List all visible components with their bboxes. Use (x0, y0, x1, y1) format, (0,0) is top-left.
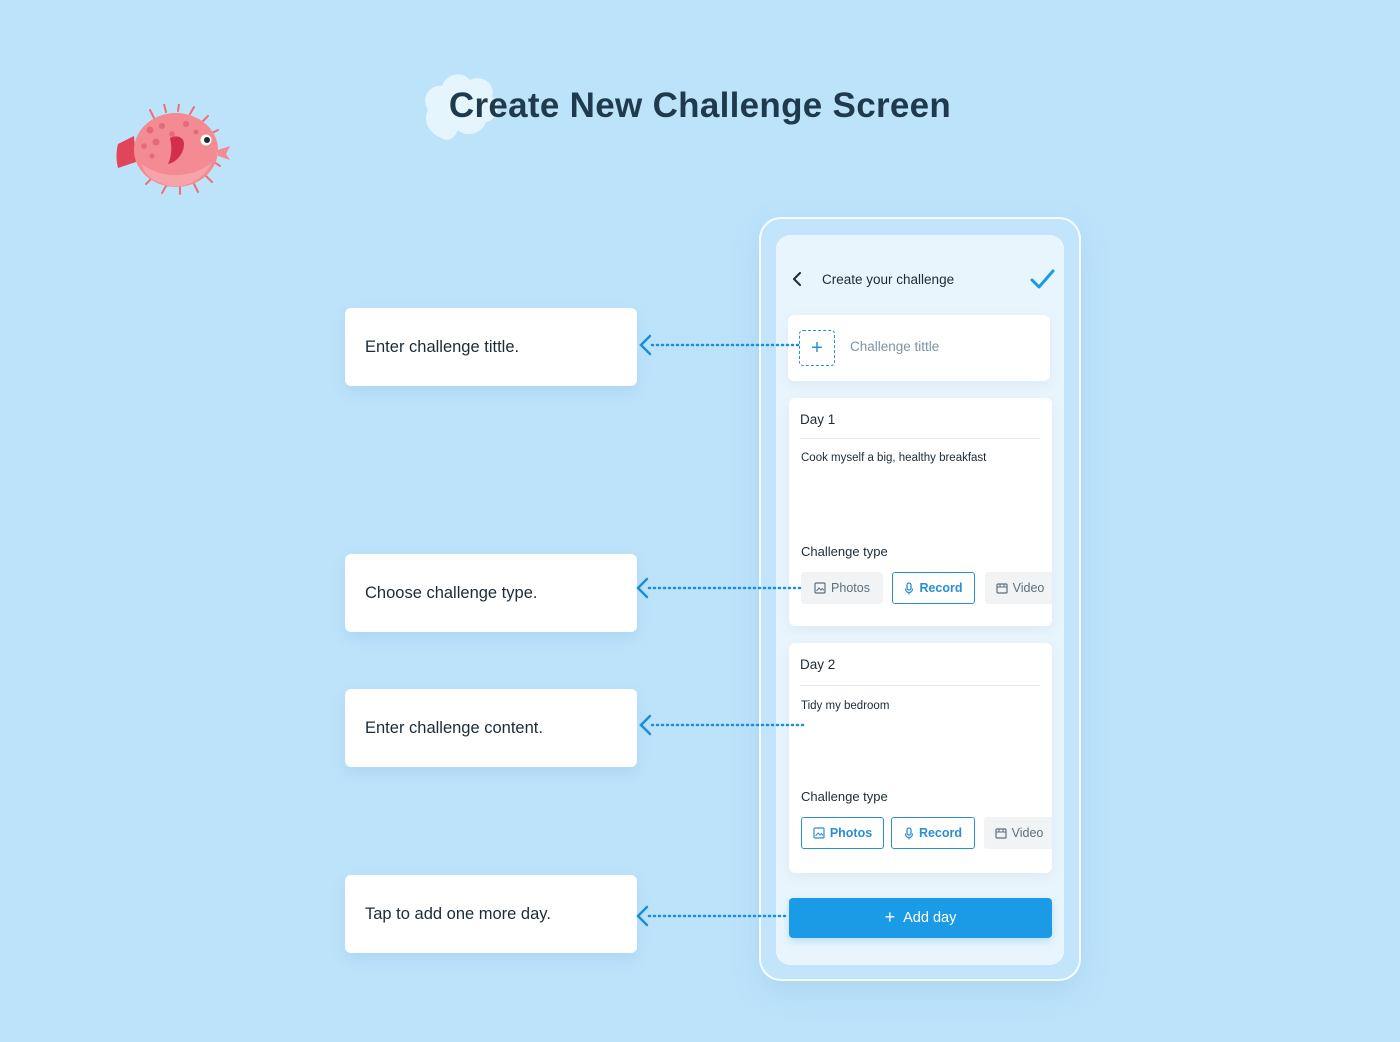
header-title: Create your challenge (822, 271, 955, 287)
callout-type: Choose challenge type. (345, 554, 637, 632)
day-content-field[interactable]: Tidy my bedroom (801, 700, 889, 712)
plus-icon: + (811, 337, 823, 359)
callout-content: Enter challenge content. (345, 689, 637, 767)
type-record-button[interactable]: Record (891, 817, 975, 849)
plus-icon: + (884, 907, 896, 927)
arrow-head-icon (636, 577, 649, 599)
callout-title-text: Enter challenge tittle. (365, 337, 520, 356)
day-content-field[interactable]: Cook myself a big, healthy breakfast (801, 452, 986, 464)
day-card-1: Day 1 Cook myself a big, healthy breakfa… (789, 398, 1052, 626)
add-cover-button[interactable]: + (799, 330, 835, 366)
type-label-text: Record (919, 581, 963, 595)
type-label-text: Photos (831, 581, 870, 595)
app-header: Create your challenge (786, 262, 1056, 296)
microphone-icon (905, 581, 914, 594)
callout-type-text: Choose challenge type. (365, 583, 538, 602)
pufferfish-icon (116, 104, 230, 195)
callout-add-day: Tap to add one more day. (345, 875, 637, 953)
type-record-button[interactable]: Record (892, 572, 975, 604)
microphone-icon (904, 826, 914, 839)
check-icon[interactable] (1028, 265, 1056, 293)
type-photos-button[interactable]: Photos (801, 572, 883, 604)
video-icon (995, 827, 1007, 839)
type-label-text: Video (1012, 581, 1045, 595)
type-label-text: Photos (829, 826, 873, 840)
arrow-head-icon (636, 905, 649, 927)
challenge-title-card: + (788, 315, 1050, 381)
day-card-2: Day 2 Tidy my bedroom Challenge type Pho… (789, 643, 1052, 873)
chevron-left-icon[interactable] (786, 268, 808, 290)
add-day-label: Add day (903, 910, 957, 926)
day-label: Day 2 (800, 657, 836, 672)
divider (800, 438, 1040, 439)
challenge-type-label: Challenge type (801, 789, 888, 804)
challenge-type-label: Challenge type (801, 544, 888, 559)
image-icon (813, 827, 825, 839)
arrow-head-icon (639, 334, 652, 356)
callout-content-text: Enter challenge content. (365, 718, 543, 737)
type-label-text: Video (1011, 826, 1044, 840)
add-day-button[interactable]: + Add day (789, 898, 1052, 938)
image-icon (814, 582, 826, 594)
divider (800, 685, 1040, 686)
type-video-button[interactable]: Video (985, 572, 1052, 604)
video-icon (996, 582, 1008, 594)
day-label: Day 1 (800, 412, 836, 427)
type-video-button[interactable]: Video (984, 817, 1052, 849)
callout-title: Enter challenge tittle. (345, 308, 637, 386)
challenge-title-input[interactable] (850, 339, 1030, 354)
arrow-head-icon (639, 714, 652, 736)
callout-add-day-text: Tap to add one more day. (365, 904, 551, 923)
type-label-text: Record (918, 826, 963, 840)
type-photos-button[interactable]: Photos (801, 817, 884, 849)
